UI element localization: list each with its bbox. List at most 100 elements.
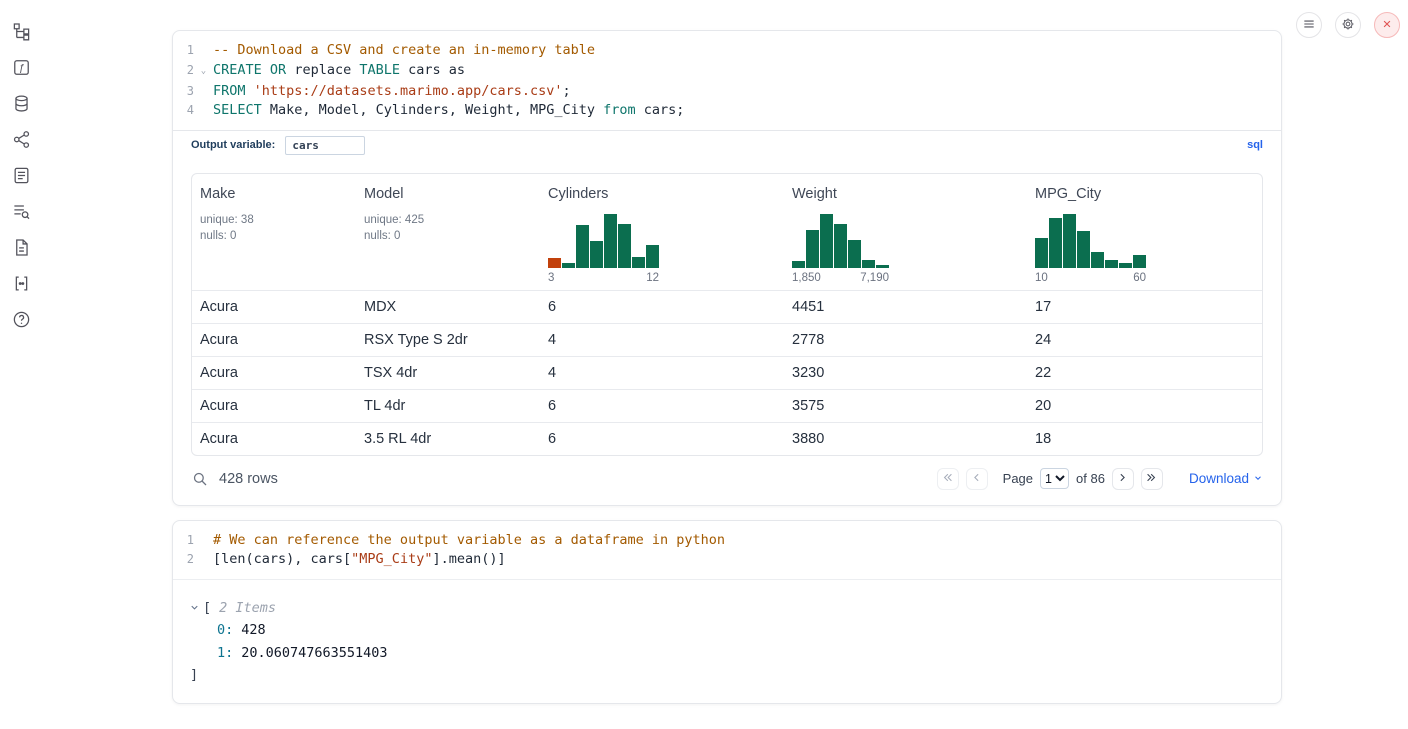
histogram-axis: 1060 [1035,272,1146,284]
table-cell: 3575 [784,390,1027,422]
table-cell: Acura [192,324,356,356]
table-cell: 4 [540,357,784,389]
column-stat: nulls: 0 [200,228,348,244]
scratchpad-icon[interactable]: ƒ [12,58,31,77]
chevron-right-icon [1116,471,1129,487]
python-code-editor[interactable]: 1# We can reference the output variable … [173,521,1281,579]
histogram-bar[interactable] [820,214,833,268]
histogram-bar[interactable] [604,214,617,268]
histogram-bar[interactable] [1133,255,1146,268]
table-row[interactable]: AcuraTSX 4dr4323022 [192,356,1262,389]
output-variable-input[interactable] [285,136,365,155]
table-cell: TSX 4dr [356,357,540,389]
snippets-icon[interactable] [12,274,31,293]
datasources-icon[interactable] [12,94,31,113]
gear-icon [1341,17,1355,34]
histogram[interactable]: 3 12 [548,212,659,284]
table-cell: 4 [540,324,784,356]
histogram-bar[interactable] [1063,214,1076,268]
histogram-bar[interactable] [548,258,561,268]
axis-min-label: 3 [548,272,554,284]
output-list-entry: 1:20.060747663551403 [173,642,1281,665]
dependency-graph-icon[interactable] [12,130,31,149]
histogram-bar[interactable] [1105,260,1118,268]
column-label: Cylinders [548,186,776,202]
file-explorer-icon[interactable] [12,22,31,41]
help-icon[interactable] [12,310,31,329]
next-page-button[interactable] [1112,468,1134,490]
line-number: 2 [173,61,194,82]
table-row[interactable]: Acura3.5 RL 4dr6388018 [192,422,1262,455]
table-row[interactable]: AcuraTL 4dr6357520 [192,389,1262,422]
histogram-bar[interactable] [862,260,875,268]
column-header-weight[interactable]: Weight1,8507,190 [784,186,1027,284]
table-cell: Acura [192,291,356,323]
table-cell: 6 [540,291,784,323]
histogram-bar[interactable] [848,240,861,268]
histogram-bar[interactable] [876,265,889,268]
line-number: 1 [173,531,194,551]
histogram-bar[interactable] [1119,263,1132,268]
sql-code-editor[interactable]: 1 -- Download a CSV and create an in-memo… [173,31,1281,130]
output-list-header: [ 2 Items [173,597,1281,620]
histogram-bar[interactable] [562,263,575,268]
table-cell: 18 [1027,423,1262,455]
histogram-bar[interactable] [576,225,589,268]
pagination: Page 1 of 86 [937,468,1163,490]
column-stat: nulls: 0 [364,228,532,244]
histogram-bar[interactable] [1035,238,1048,268]
axis-max-label: 12 [646,272,659,284]
axis-min-label: 1,850 [792,272,821,284]
histogram[interactable]: 1,8507,190 [792,212,889,284]
page-select[interactable]: 1 [1040,468,1069,489]
documentation-icon[interactable] [12,238,31,257]
line-number: 1 [173,41,194,61]
code-text: CREATE OR replace TABLE cars as [213,61,465,82]
histogram-bar[interactable] [834,224,847,268]
column-header-mpg_city[interactable]: MPG_City1060 [1027,186,1262,284]
histogram-bar[interactable] [1077,231,1090,268]
outline-icon[interactable] [12,166,31,185]
table-cell: 6 [540,423,784,455]
last-page-button[interactable] [1141,468,1163,490]
column-header-cylinders[interactable]: Cylinders 3 12 [540,186,784,284]
code-text: FROM 'https://datasets.marimo.app/cars.c… [213,82,571,102]
cell-output: [ 2 Items 0:4281:20.060747663551403 ] [173,579,1281,703]
table-cell: TL 4dr [356,390,540,422]
search-icon[interactable] [191,470,209,488]
first-page-button[interactable] [937,468,959,490]
histogram[interactable]: 1060 [1035,212,1146,284]
python-cell: 1# We can reference the output variable … [172,520,1282,704]
histogram-bar[interactable] [632,257,645,268]
column-header-model[interactable]: Modelunique: 425nulls: 0 [356,186,540,284]
table-cell: 24 [1027,324,1262,356]
close-button[interactable] [1374,12,1400,38]
settings-button[interactable] [1335,12,1361,38]
column-header-make[interactable]: Makeunique: 38nulls: 0 [192,186,356,284]
histogram-bar[interactable] [590,241,603,268]
download-menu[interactable]: Download [1189,471,1263,486]
table-cell: 17 [1027,291,1262,323]
fold-chevron-icon[interactable]: ⌄ [194,61,213,82]
histogram-bar[interactable] [792,261,805,268]
histogram-bar[interactable] [646,245,659,268]
language-badge[interactable]: sql [1247,139,1263,151]
table-cell: Acura [192,390,356,422]
table-row[interactable]: AcuraMDX6445117 [192,290,1262,323]
table-cell: 4451 [784,291,1027,323]
table-row[interactable]: AcuraRSX Type S 2dr4277824 [192,323,1262,356]
histogram-bar[interactable] [618,224,631,268]
code-text: -- Download a CSV and create an in-memor… [213,41,595,61]
histogram-bar[interactable] [1049,218,1062,268]
histogram-bar[interactable] [1091,252,1104,268]
table-cell: MDX [356,291,540,323]
gutter-spacer [194,41,213,61]
histogram-bar[interactable] [806,230,819,268]
histogram-bars [1035,212,1146,268]
search-list-icon[interactable] [12,202,31,221]
menu-button[interactable] [1296,12,1322,38]
prev-page-button[interactable] [966,468,988,490]
entry-key: 0: [217,622,233,638]
collapse-chevron-icon[interactable] [189,602,200,613]
line-number: 4 [173,101,194,121]
